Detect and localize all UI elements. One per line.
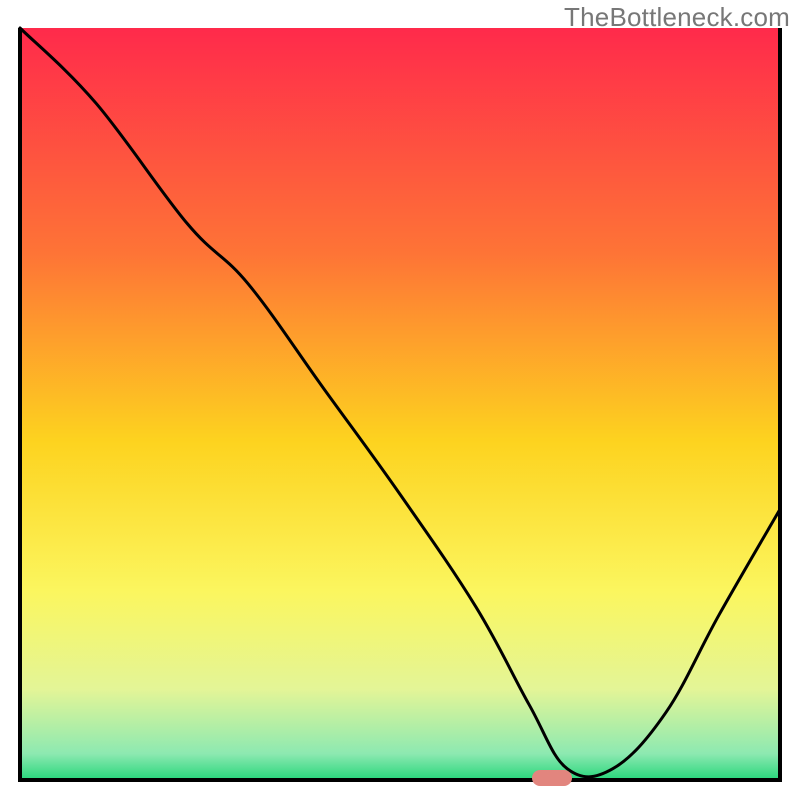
chart-background [20, 28, 780, 780]
bottleneck-chart [0, 0, 800, 800]
watermark-text: TheBottleneck.com [564, 2, 790, 33]
chart-container: TheBottleneck.com [0, 0, 800, 800]
bottleneck-marker [532, 770, 572, 786]
